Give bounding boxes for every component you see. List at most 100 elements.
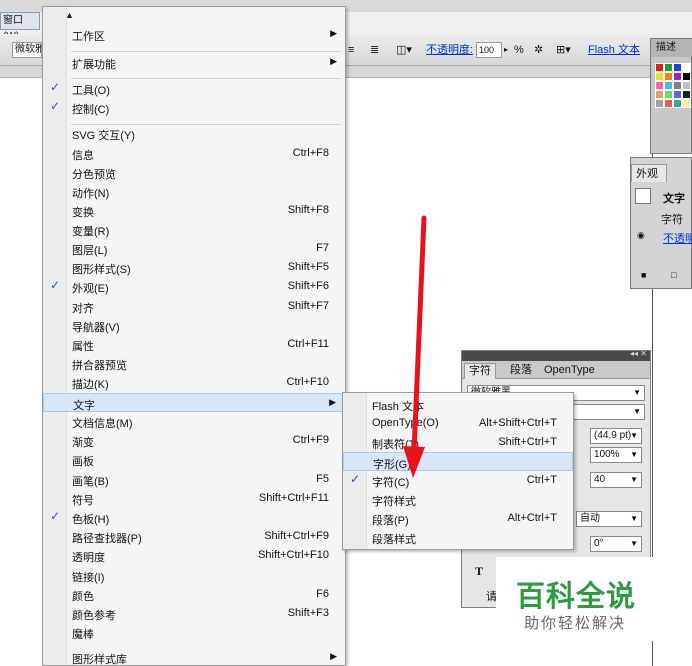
submenu-item[interactable]: ✓ 字符(C) Ctrl+T	[343, 471, 573, 490]
align-right-icon[interactable]: ≣	[370, 43, 379, 57]
transform-icon[interactable]: ⊞▾	[556, 43, 571, 57]
menu-item[interactable]: 颜色 F6	[43, 585, 345, 604]
character-panel-titlebar[interactable]: ◂◂ ✕	[462, 349, 650, 361]
tab-paragraph[interactable]: 段落	[506, 363, 536, 379]
menu-item[interactable]: 文档信息(M)	[43, 412, 345, 431]
auto-field[interactable]: 自动 ▼	[576, 511, 642, 527]
menu-item-shortcut: Shift+Ctrl+F9	[264, 530, 329, 542]
chevron-down-icon: ▼	[630, 475, 638, 484]
submenu-item-label: 段落(P)	[372, 515, 409, 527]
swatch[interactable]	[655, 81, 664, 90]
menu-item[interactable]: 画板	[43, 450, 345, 469]
swatch[interactable]	[682, 81, 691, 90]
submenu-item[interactable]: OpenType(O) Alt+Shift+Ctrl+T	[343, 414, 573, 433]
menu-item[interactable]: 透明度 Shift+Ctrl+F10	[43, 546, 345, 565]
menu-item[interactable]: 颜色参考 Shift+F3	[43, 604, 345, 623]
scale-field[interactable]: 100% ▼	[590, 447, 642, 463]
appearance-tab[interactable]: 外观	[631, 164, 667, 182]
menu-item-shortcut: Shift+Ctrl+F11	[258, 492, 329, 504]
menu-item[interactable]: 对齐 Shift+F7	[43, 297, 345, 316]
swatch[interactable]	[673, 81, 682, 90]
swatch[interactable]	[673, 72, 682, 81]
menu-item[interactable]: 图形样式库 ▶	[43, 648, 345, 666]
recolor-icon[interactable]: ✲	[534, 43, 543, 57]
menu-item[interactable]: 图形样式(S) Shift+F5	[43, 258, 345, 277]
menu-item-shortcut: F5	[316, 473, 329, 485]
menu-item-label: 图形样式库	[72, 654, 127, 666]
submenu-item[interactable]: Flash 文本	[343, 395, 573, 414]
swatch[interactable]	[673, 99, 682, 108]
menu-item[interactable]: 链接(I)	[43, 566, 345, 585]
swatch-panel-tab[interactable]: 描述	[651, 39, 692, 57]
menu-item[interactable]: ✓ 色板(H)	[43, 508, 345, 527]
menu-item[interactable]: ✓ 工具(O)	[43, 79, 345, 98]
swatch[interactable]	[664, 63, 673, 72]
menu-item[interactable]: SVG 交互(Y)	[43, 124, 345, 143]
mask-icon[interactable]: ◫▾	[396, 43, 412, 57]
menu-item[interactable]: 符号 Shift+Ctrl+F11	[43, 489, 345, 508]
swatch[interactable]	[664, 81, 673, 90]
menu-item-label: 路径查找器(P)	[72, 533, 142, 545]
swatch[interactable]	[673, 63, 682, 72]
tracking-field[interactable]: 40 ▼	[590, 472, 642, 488]
tab-character[interactable]: 字符	[464, 363, 496, 379]
submenu-item[interactable]: 字形(G)	[343, 452, 573, 471]
menu-item[interactable]: 拼合器预览	[43, 354, 345, 373]
swatch[interactable]	[655, 90, 664, 99]
menu-item[interactable]: 路径查找器(P) Shift+Ctrl+F9	[43, 527, 345, 546]
swatch[interactable]	[673, 90, 682, 99]
swatch[interactable]	[664, 72, 673, 81]
submenu-item[interactable]: 制表符(T) Shift+Ctrl+T	[343, 433, 573, 452]
menu-item-label: 对齐	[72, 303, 94, 315]
check-icon: ✓	[350, 472, 361, 486]
new-layer-icon[interactable]: ■	[641, 270, 646, 280]
flash-text-link[interactable]: Flash 文本	[588, 43, 640, 57]
font-field[interactable]: 微软雅	[12, 42, 42, 58]
submenu-item[interactable]: 段落(P) Alt+Ctrl+T	[343, 509, 573, 528]
submenu-item[interactable]: 字符样式	[343, 490, 573, 509]
menu-item[interactable]: 描边(K) Ctrl+F10	[43, 373, 345, 392]
align-icon[interactable]: ≡	[348, 43, 354, 57]
menu-item[interactable]: 画笔(B) F5	[43, 470, 345, 489]
menu-item[interactable]: 动作(N)	[43, 182, 345, 201]
menu-item-label: 色板(H)	[72, 514, 110, 526]
eye-icon[interactable]: ◉	[637, 230, 645, 241]
type-icon[interactable]: T	[475, 564, 483, 579]
opacity-label[interactable]: 不透明度:	[426, 43, 473, 57]
menu-item[interactable]: 信息 Ctrl+F8	[43, 144, 345, 163]
menu-item[interactable]: 变换 Shift+F8	[43, 201, 345, 220]
menu-item[interactable]: ✓ 外观(E) Shift+F6	[43, 277, 345, 296]
menu-item[interactable]: 扩展功能 ▶	[43, 53, 345, 72]
swatch[interactable]	[664, 90, 673, 99]
tab-opentype[interactable]: OpenType	[540, 363, 599, 379]
opacity-input[interactable]: 100	[476, 42, 502, 58]
swatch[interactable]	[682, 72, 691, 81]
clear-icon[interactable]: □	[671, 270, 676, 280]
swatch[interactable]	[682, 90, 691, 99]
panel-close-icon[interactable]: ◂◂ ✕	[630, 349, 647, 358]
menu-item[interactable]: 导航器(V)	[43, 316, 345, 335]
swatch[interactable]	[682, 63, 691, 72]
menu-item[interactable]: 属性 Ctrl+F11	[43, 335, 345, 354]
window-menu[interactable]: 窗口(W)	[0, 12, 40, 42]
menu-item[interactable]: ✓ 控制(C)	[43, 98, 345, 117]
appearance-opacity-link[interactable]: 不透明	[663, 230, 692, 246]
scroll-up-icon[interactable]: ▲	[65, 10, 74, 20]
menu-item[interactable]: 工作区 ▶	[43, 25, 345, 44]
rotation-field[interactable]: 0° ▼	[590, 536, 642, 552]
submenu-item[interactable]: 段落样式	[343, 528, 573, 547]
swatch[interactable]	[664, 99, 673, 108]
menu-item[interactable]: 魔棒	[43, 623, 345, 642]
font-size-field[interactable]: (44.9 pt) ▼	[590, 428, 642, 444]
font-size-value: (44.9 pt)	[594, 430, 632, 441]
opacity-stepper-icon[interactable]: ▸	[504, 43, 508, 57]
swatch[interactable]	[655, 72, 664, 81]
menu-item[interactable]: 分色预览	[43, 163, 345, 182]
menu-item[interactable]: 文字 ▶	[43, 393, 345, 412]
menu-item[interactable]: 图层(L) F7	[43, 239, 345, 258]
swatch[interactable]	[655, 63, 664, 72]
menu-item[interactable]: 渐变 Ctrl+F9	[43, 431, 345, 450]
swatch[interactable]	[682, 99, 691, 108]
menu-item[interactable]: 变量(R)	[43, 220, 345, 239]
swatch[interactable]	[655, 99, 664, 108]
